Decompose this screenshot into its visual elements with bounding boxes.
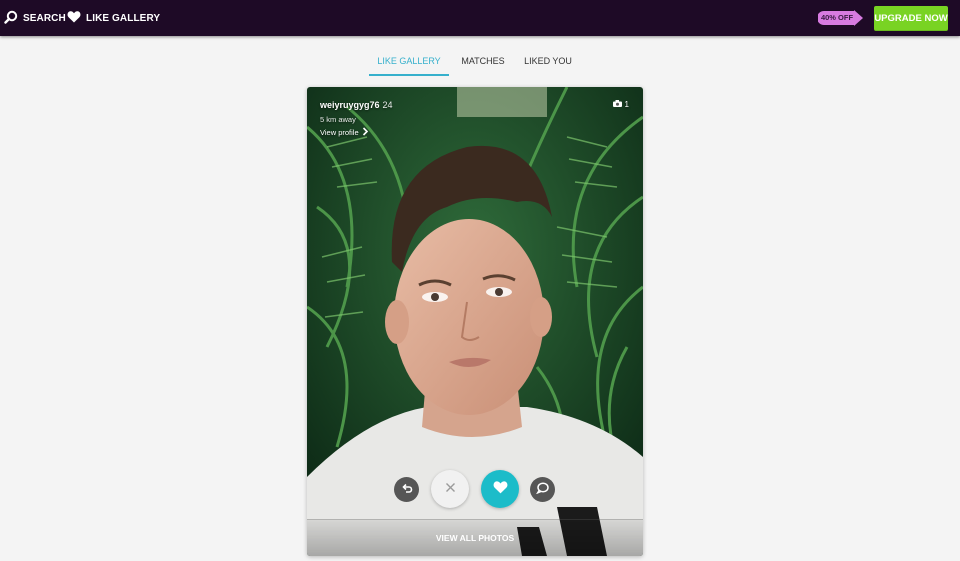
like-button[interactable] xyxy=(481,470,519,508)
chevron-right-icon xyxy=(359,127,369,138)
tab-matches[interactable]: MATCHES xyxy=(454,48,512,74)
undo-button[interactable] xyxy=(394,477,419,502)
search-label: SEARCH xyxy=(23,12,66,24)
profile-age: 24 xyxy=(382,100,393,110)
top-navigation-bar: SEARCH LIKE GALLERY 40% OFF UPGRADE NOW xyxy=(0,0,960,36)
view-profile-label: View profile xyxy=(320,128,359,137)
heart-icon xyxy=(67,10,86,26)
like-gallery-nav-link[interactable]: LIKE GALLERY xyxy=(67,0,160,36)
close-icon xyxy=(445,480,456,498)
camera-icon xyxy=(612,100,625,109)
chat-icon xyxy=(535,481,549,499)
undo-icon xyxy=(401,481,413,499)
tab-like-gallery[interactable]: LIKE GALLERY xyxy=(369,48,449,76)
search-nav-link[interactable]: SEARCH xyxy=(4,0,66,36)
like-gallery-label: LIKE GALLERY xyxy=(86,12,161,24)
discount-badge[interactable]: 40% OFF xyxy=(818,10,864,26)
heart-icon xyxy=(493,480,508,499)
view-all-photos-button[interactable]: VIEW ALL PHOTOS xyxy=(307,519,643,556)
pass-button[interactable] xyxy=(431,470,469,508)
search-icon xyxy=(4,10,23,27)
profile-info: weiyruygyg76 24 5 km away View profile xyxy=(320,100,393,138)
gallery-tabs: LIKE GALLERY MATCHES LIKED YOU xyxy=(0,48,960,76)
profile-distance: 5 km away xyxy=(320,115,356,124)
chat-button[interactable] xyxy=(530,477,555,502)
action-buttons xyxy=(307,469,643,509)
discount-label: 40% OFF xyxy=(820,13,854,22)
photo-count-value: 1 xyxy=(624,100,629,109)
profile-username[interactable]: weiyruygyg76 xyxy=(320,100,380,110)
upgrade-now-button[interactable]: UPGRADE NOW xyxy=(874,6,948,31)
view-profile-link[interactable]: View profile xyxy=(320,127,393,138)
photo-count: 1 xyxy=(612,100,629,109)
profile-card[interactable]: weiyruygyg7624 5 km away View profile 1 xyxy=(307,87,643,556)
tab-liked-you[interactable]: LIKED YOU xyxy=(518,48,578,74)
